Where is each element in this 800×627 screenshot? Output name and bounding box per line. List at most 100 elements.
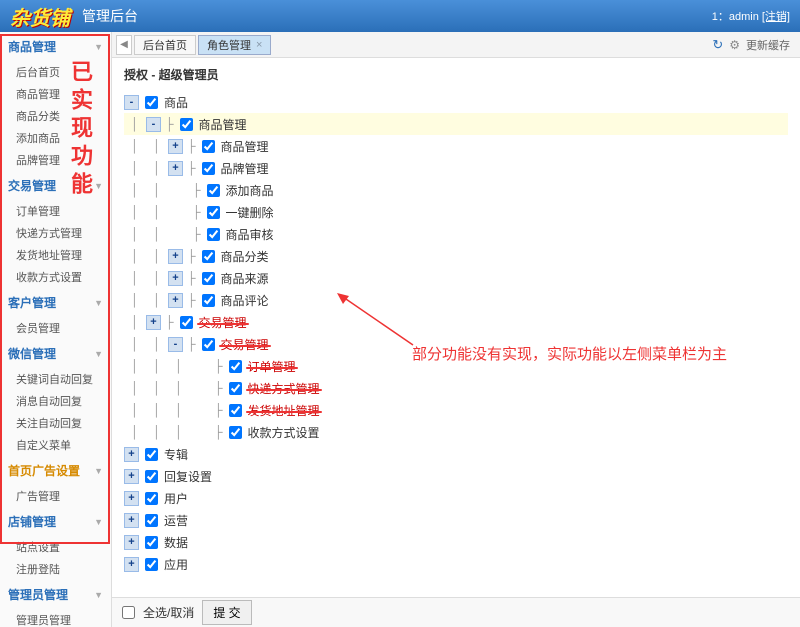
close-icon[interactable]: × [256,39,262,51]
chevron-down-icon: ▼ [94,517,103,527]
tree-checkbox[interactable] [145,470,158,483]
sidebar-item[interactable]: 发货地址管理 [0,244,111,266]
sidebar-item[interactable]: 商品分类 [0,105,111,127]
tree-checkbox[interactable] [202,140,215,153]
tree-checkbox[interactable] [202,338,215,351]
tree-label[interactable]: 收款方式设置 [248,424,320,441]
sidebar-item[interactable]: 注册登陆 [0,558,111,580]
tree-expand-icon[interactable]: + [168,293,183,308]
tree-label[interactable]: 一键删除 [226,204,274,221]
tree-label[interactable]: 商品分类 [221,248,269,265]
tree-label[interactable]: 交易管理 [221,336,269,353]
gear-icon[interactable]: ⚙ [729,38,740,52]
sidebar-item[interactable]: 后台首页 [0,61,111,83]
sidebar-group-title[interactable]: 商品管理▼ [0,32,111,61]
sidebar-item[interactable]: 关注自动回复 [0,412,111,434]
tree-checkbox[interactable] [145,448,158,461]
sidebar-item[interactable]: 站点设置 [0,536,111,558]
tree-checkbox[interactable] [229,360,242,373]
tree-checkbox[interactable] [207,228,220,241]
tree-label[interactable]: 商品来源 [221,270,269,287]
tree-label[interactable]: 订单管理 [248,358,296,375]
tree-expand-icon[interactable]: + [168,271,183,286]
sidebar-group-title[interactable]: 微信管理▼ [0,339,111,368]
tree-label[interactable]: 数据 [164,534,188,551]
tree-label[interactable]: 应用 [164,556,188,573]
sidebar-item[interactable]: 广告管理 [0,485,111,507]
header-title: 管理后台 [82,6,712,26]
tree-checkbox[interactable] [207,184,220,197]
sidebar-group-title[interactable]: 管理员管理▼ [0,580,111,609]
tree-label[interactable]: 发货地址管理 [248,402,320,419]
tree-checkbox[interactable] [229,404,242,417]
tree-label[interactable]: 添加商品 [226,182,274,199]
sidebar-item[interactable]: 关键词自动回复 [0,368,111,390]
tree-checkbox[interactable] [229,382,242,395]
chevron-down-icon: ▼ [94,590,103,600]
tree-label[interactable]: 品牌管理 [221,160,269,177]
tree-label[interactable]: 用户 [164,490,188,507]
tree-expand-icon[interactable]: + [124,535,139,550]
sidebar-item[interactable]: 自定义菜单 [0,434,111,456]
tab[interactable]: 角色管理× [198,35,271,55]
tree-label[interactable]: 商品评论 [221,292,269,309]
tree-checkbox[interactable] [180,118,193,131]
sidebar-item[interactable]: 商品管理 [0,83,111,105]
tree-label[interactable]: 专辑 [164,446,188,463]
tree-label[interactable]: 快递方式管理 [248,380,320,397]
tree-expand-icon[interactable]: + [124,491,139,506]
tree-checkbox[interactable] [202,272,215,285]
tree-checkbox[interactable] [145,492,158,505]
sidebar-group-title[interactable]: 首页广告设置▼ [0,456,111,485]
refresh-icon[interactable]: ↻ [712,37,723,53]
tree-checkbox[interactable] [145,558,158,571]
sidebar-item[interactable]: 快递方式管理 [0,222,111,244]
submit-button[interactable]: 提 交 [202,600,251,625]
select-all-checkbox[interactable] [122,606,135,619]
sidebar-group-title[interactable]: 交易管理▼ [0,171,111,200]
tree-label[interactable]: 商品 [164,94,188,111]
tree-checkbox[interactable] [229,426,242,439]
tree-expand-icon[interactable]: - [168,337,183,352]
sidebar-item[interactable]: 订单管理 [0,200,111,222]
tree-checkbox[interactable] [145,536,158,549]
tree-label[interactable]: 回复设置 [164,468,212,485]
tree-checkbox[interactable] [145,514,158,527]
refresh-cache-link[interactable]: 更新缓存 [746,37,790,53]
sidebar-item[interactable]: 添加商品 [0,127,111,149]
tree-expand-icon[interactable]: + [124,447,139,462]
tree-row: + 应用 [124,553,788,575]
tree-label[interactable]: 商品管理 [199,116,247,133]
tree-expand-icon[interactable]: + [124,557,139,572]
tree-expand-icon[interactable]: + [168,249,183,264]
tree-label[interactable]: 交易管理 [199,314,247,331]
tree-expand-icon[interactable]: + [146,315,161,330]
tree-expand-icon[interactable]: + [124,469,139,484]
sidebar-item[interactable]: 管理员管理 [0,609,111,627]
sidebar-item[interactable]: 消息自动回复 [0,390,111,412]
logout-link[interactable]: [注销] [762,11,790,23]
tree-expand-icon[interactable]: + [168,139,183,154]
tree-expand-icon[interactable]: + [168,161,183,176]
tree-row: ││├添加商品 [124,179,788,201]
tree-checkbox[interactable] [145,96,158,109]
tree-checkbox[interactable] [180,316,193,329]
tree-label[interactable]: 运营 [164,512,188,529]
tree-label[interactable]: 商品管理 [221,138,269,155]
tree-checkbox[interactable] [202,162,215,175]
sidebar-item[interactable]: 会员管理 [0,317,111,339]
tree-expand-icon[interactable]: + [124,513,139,528]
tree-checkbox[interactable] [202,294,215,307]
tree-expand-icon[interactable]: - [146,117,161,132]
tab[interactable]: 后台首页 [134,35,196,55]
tree-checkbox[interactable] [207,206,220,219]
sidebar-item[interactable]: 品牌管理 [0,149,111,171]
tree-row: │-├商品管理 [124,113,788,135]
sidebar-item[interactable]: 收款方式设置 [0,266,111,288]
tab-prev-button[interactable]: ◀ [116,35,132,55]
tree-expand-icon[interactable]: - [124,95,139,110]
tree-label[interactable]: 商品审核 [226,226,274,243]
sidebar-group-title[interactable]: 店铺管理▼ [0,507,111,536]
sidebar-group-title[interactable]: 客户管理▼ [0,288,111,317]
tree-checkbox[interactable] [202,250,215,263]
